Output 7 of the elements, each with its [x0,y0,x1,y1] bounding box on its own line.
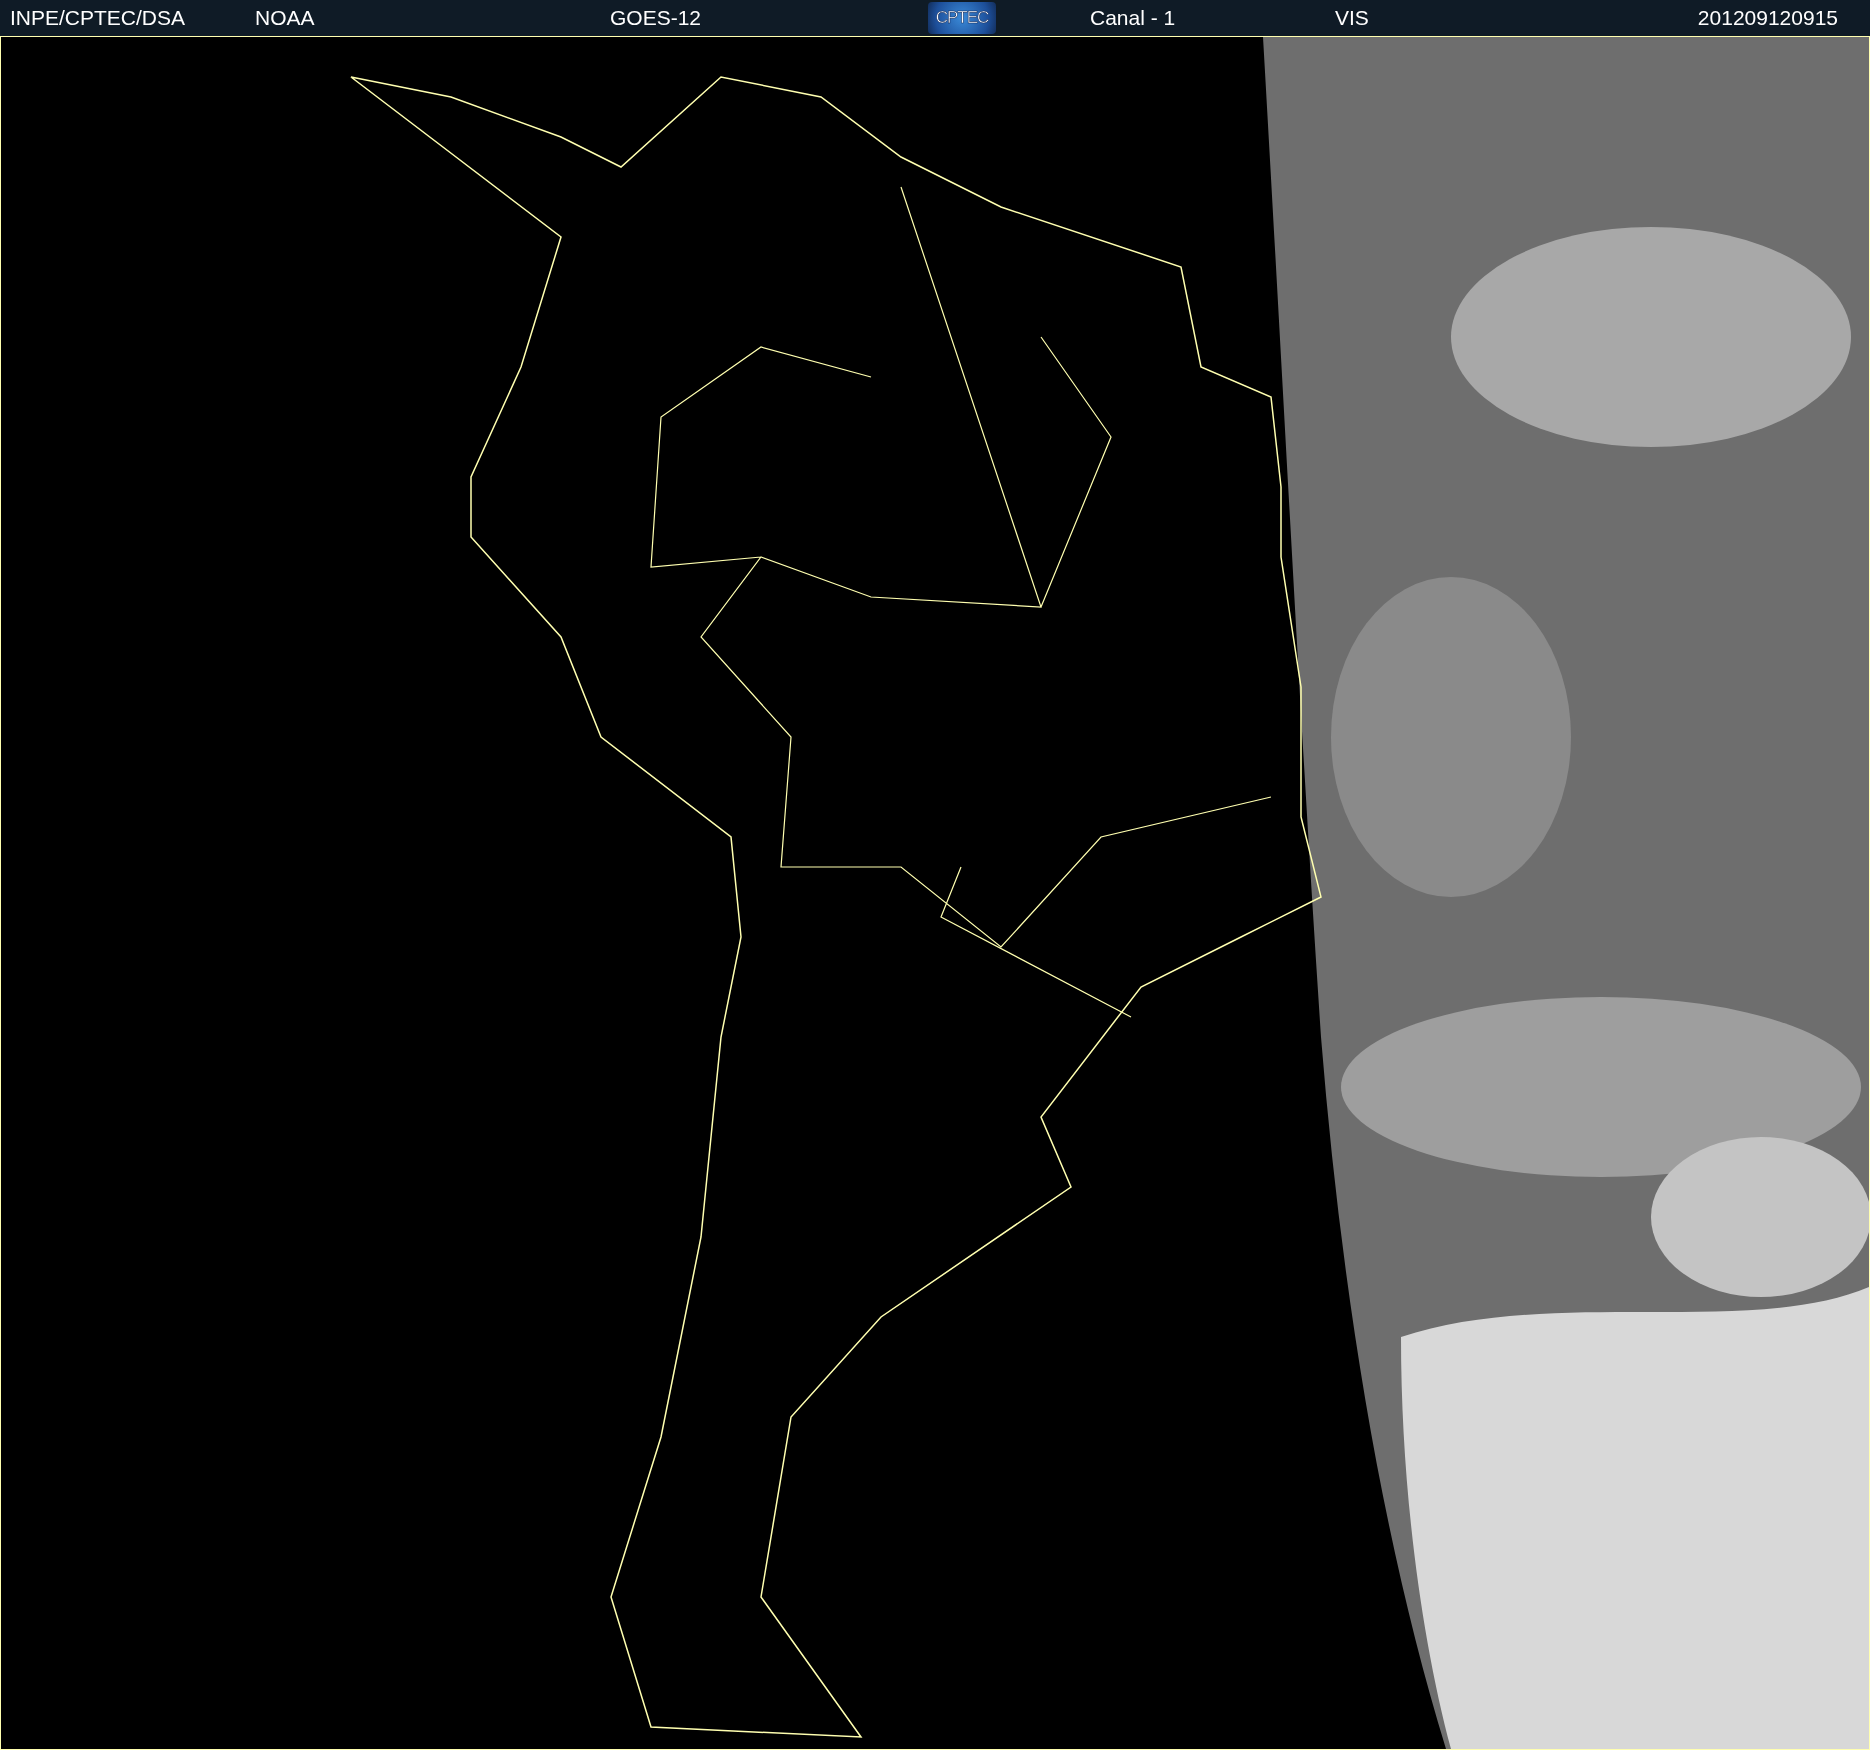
logo: CPTEC [928,2,996,34]
header-text: VIS [1335,6,1369,30]
header-text: Canal - 1 [1090,6,1176,30]
header-text: NOAA [255,6,315,30]
header-text: INPE/CPTEC/DSA [10,6,186,30]
header-text: 201209120915 [1697,6,1838,30]
header-text: GOES-12 [610,6,702,30]
